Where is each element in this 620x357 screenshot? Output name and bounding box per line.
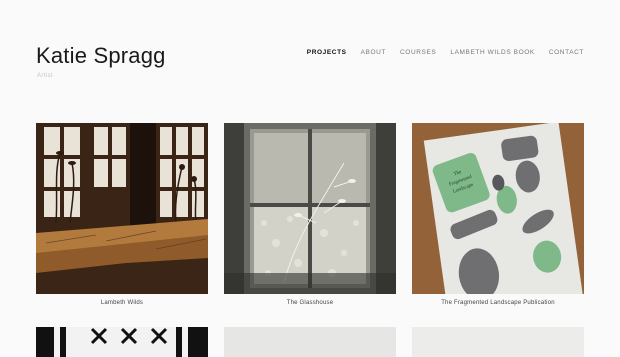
nav-item-about[interactable]: ABOUT [361, 49, 386, 56]
nav-item-contact[interactable]: CONTACT [549, 49, 584, 56]
row2-image-3 [412, 327, 584, 357]
project-thumbnail-row2-1[interactable] [36, 327, 208, 357]
project-card-fragmented-landscape[interactable]: The Fragmented Landscape The Fragmented … [412, 123, 584, 306]
project-thumbnail-fragmented-landscape[interactable]: The Fragmented Landscape [412, 123, 584, 294]
site-tagline: Artist [37, 73, 54, 79]
nav-item-courses[interactable]: COURSES [400, 49, 436, 56]
site-title[interactable]: Katie Spragg [36, 43, 166, 69]
project-thumbnail-lambeth-wilds[interactable] [36, 123, 208, 294]
project-card-the-glasshouse[interactable]: The Glasshouse [224, 123, 396, 306]
project-card-lambeth-wilds[interactable]: Lambeth Wilds [36, 123, 208, 306]
project-caption-lambeth-wilds[interactable]: Lambeth Wilds [36, 300, 208, 306]
main-nav: PROJECTS ABOUT COURSES LAMBETH WILDS BOO… [307, 49, 584, 56]
project-card-row2-1[interactable] [36, 327, 208, 357]
project-card-row2-2[interactable] [224, 327, 396, 357]
row2-image-2 [224, 327, 396, 357]
project-caption-the-glasshouse[interactable]: The Glasshouse [224, 300, 396, 306]
project-thumbnail-row2-2[interactable] [224, 327, 396, 357]
lambeth-wilds-image [36, 123, 208, 294]
project-thumbnail-row2-3[interactable] [412, 327, 584, 357]
project-caption-fragmented-landscape[interactable]: The Fragmented Landscape Publication [412, 300, 584, 306]
row2-image-1 [36, 327, 208, 357]
fragmented-landscape-image: The Fragmented Landscape [412, 123, 584, 294]
project-card-row2-3[interactable] [412, 327, 584, 357]
nav-item-projects[interactable]: PROJECTS [307, 49, 347, 56]
site-header: Katie Spragg Artist PROJECTS ABOUT COURS… [36, 40, 584, 90]
project-thumbnail-the-glasshouse[interactable] [224, 123, 396, 294]
nav-item-lambeth-wilds-book[interactable]: LAMBETH WILDS BOOK [450, 49, 534, 56]
glasshouse-image [224, 123, 396, 294]
